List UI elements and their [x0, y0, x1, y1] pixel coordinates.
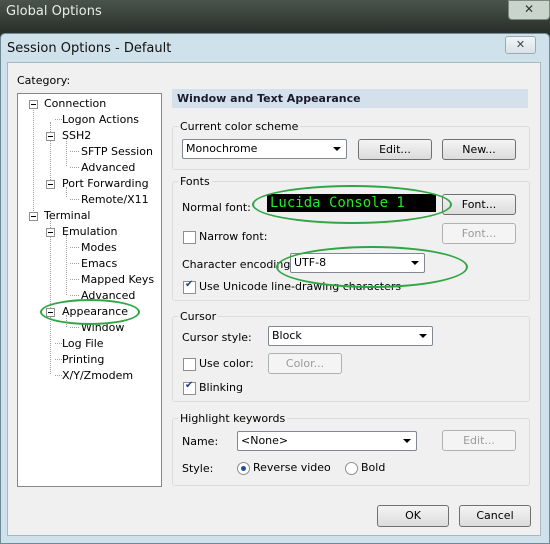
reverse-video-radio[interactable] [237, 462, 250, 475]
cursor-group-title: Cursor [178, 310, 219, 323]
dialog-title: Session Options - Default [7, 41, 172, 56]
tree-item-log-file[interactable]: Log File [62, 337, 104, 350]
color-scheme-select[interactable]: Monochrome [182, 139, 347, 159]
tree-item-ssh2[interactable]: SSH2 [62, 129, 91, 142]
cursor-style-select[interactable]: Block [268, 326, 433, 346]
ok-button[interactable]: OK [377, 505, 449, 527]
category-label: Category: [17, 74, 71, 87]
cursor-color-button[interactable]: Color... [268, 353, 342, 374]
annotation-ellipse-appearance [40, 299, 140, 325]
color-scheme-group-title: Current color scheme [178, 120, 301, 133]
new-color-scheme-button[interactable]: New... [442, 139, 516, 160]
category-tree[interactable]: Connection Logon Actions SSH2 SFTP Sessi… [17, 93, 162, 487]
background-window-title: Global Options [6, 4, 102, 19]
narrow-font-button[interactable]: Font... [442, 223, 516, 244]
annotation-ellipse-encoding [276, 246, 468, 288]
highlight-name-value: <None> [241, 434, 289, 447]
normal-font-label: Normal font: [182, 201, 251, 214]
chevron-down-icon [333, 147, 341, 151]
tree-item-mapped-keys[interactable]: Mapped Keys [81, 273, 154, 286]
edit-color-scheme-button[interactable]: Edit... [358, 139, 432, 160]
annotation-ellipse-font [252, 185, 452, 224]
tree-item-xyzmodem[interactable]: X/Y/Zmodem [62, 369, 133, 382]
bold-radio[interactable] [345, 462, 358, 475]
emulation-collapse-icon[interactable] [46, 228, 55, 237]
tree-item-port-forwarding[interactable]: Port Forwarding [62, 177, 149, 190]
terminal-collapse-icon[interactable] [29, 212, 38, 221]
tree-item-printing[interactable]: Printing [62, 353, 104, 366]
reverse-video-label: Reverse video [253, 461, 331, 474]
chevron-down-icon [403, 439, 411, 443]
tree-item-emacs[interactable]: Emacs [81, 257, 117, 270]
tree-item-modes[interactable]: Modes [81, 241, 117, 254]
bold-label: Bold [361, 461, 386, 474]
tree-item-ssh2-advanced[interactable]: Advanced [81, 161, 135, 174]
cancel-button[interactable]: Cancel [459, 505, 531, 527]
blinking-checkbox[interactable] [183, 380, 196, 395]
highlight-style-label: Style: [182, 462, 214, 475]
tree-item-terminal[interactable]: Terminal [44, 209, 91, 222]
highlight-keywords-group [172, 418, 530, 486]
highlight-name-select[interactable]: <None> [237, 431, 417, 451]
background-close-button[interactable]: ✕ [508, 0, 550, 20]
panel-title: Window and Text Appearance [177, 92, 361, 105]
tree-item-connection[interactable]: Connection [44, 97, 106, 110]
narrow-font-checkbox[interactable] [183, 231, 196, 244]
ssh2-collapse-icon[interactable] [46, 132, 55, 141]
port-forwarding-collapse-icon[interactable] [46, 180, 55, 189]
dialog-close-button[interactable]: ✕ [505, 36, 536, 54]
connection-collapse-icon[interactable] [29, 100, 38, 109]
chevron-down-icon [419, 334, 427, 338]
highlight-keywords-group-title: Highlight keywords [178, 412, 288, 425]
unicode-line-drawing-checkbox[interactable] [183, 279, 196, 294]
cursor-style-value: Block [272, 329, 302, 342]
color-scheme-value: Monochrome [186, 142, 258, 155]
cursor-style-label: Cursor style: [182, 331, 252, 344]
fonts-group-title: Fonts [178, 175, 212, 188]
tree-item-logon-actions[interactable]: Logon Actions [62, 113, 139, 126]
use-color-label: Use color: [199, 357, 254, 370]
tree-item-remote-x11[interactable]: Remote/X11 [81, 193, 149, 206]
normal-font-button[interactable]: Font... [442, 194, 516, 215]
tree-item-emulation[interactable]: Emulation [62, 225, 118, 238]
tree-item-sftp-session[interactable]: SFTP Session [81, 145, 153, 158]
highlight-name-label: Name: [182, 435, 219, 448]
blinking-label: Blinking [199, 381, 244, 394]
highlight-edit-button[interactable]: Edit... [442, 430, 516, 451]
use-color-checkbox[interactable] [183, 358, 196, 371]
narrow-font-label: Narrow font: [199, 230, 268, 243]
